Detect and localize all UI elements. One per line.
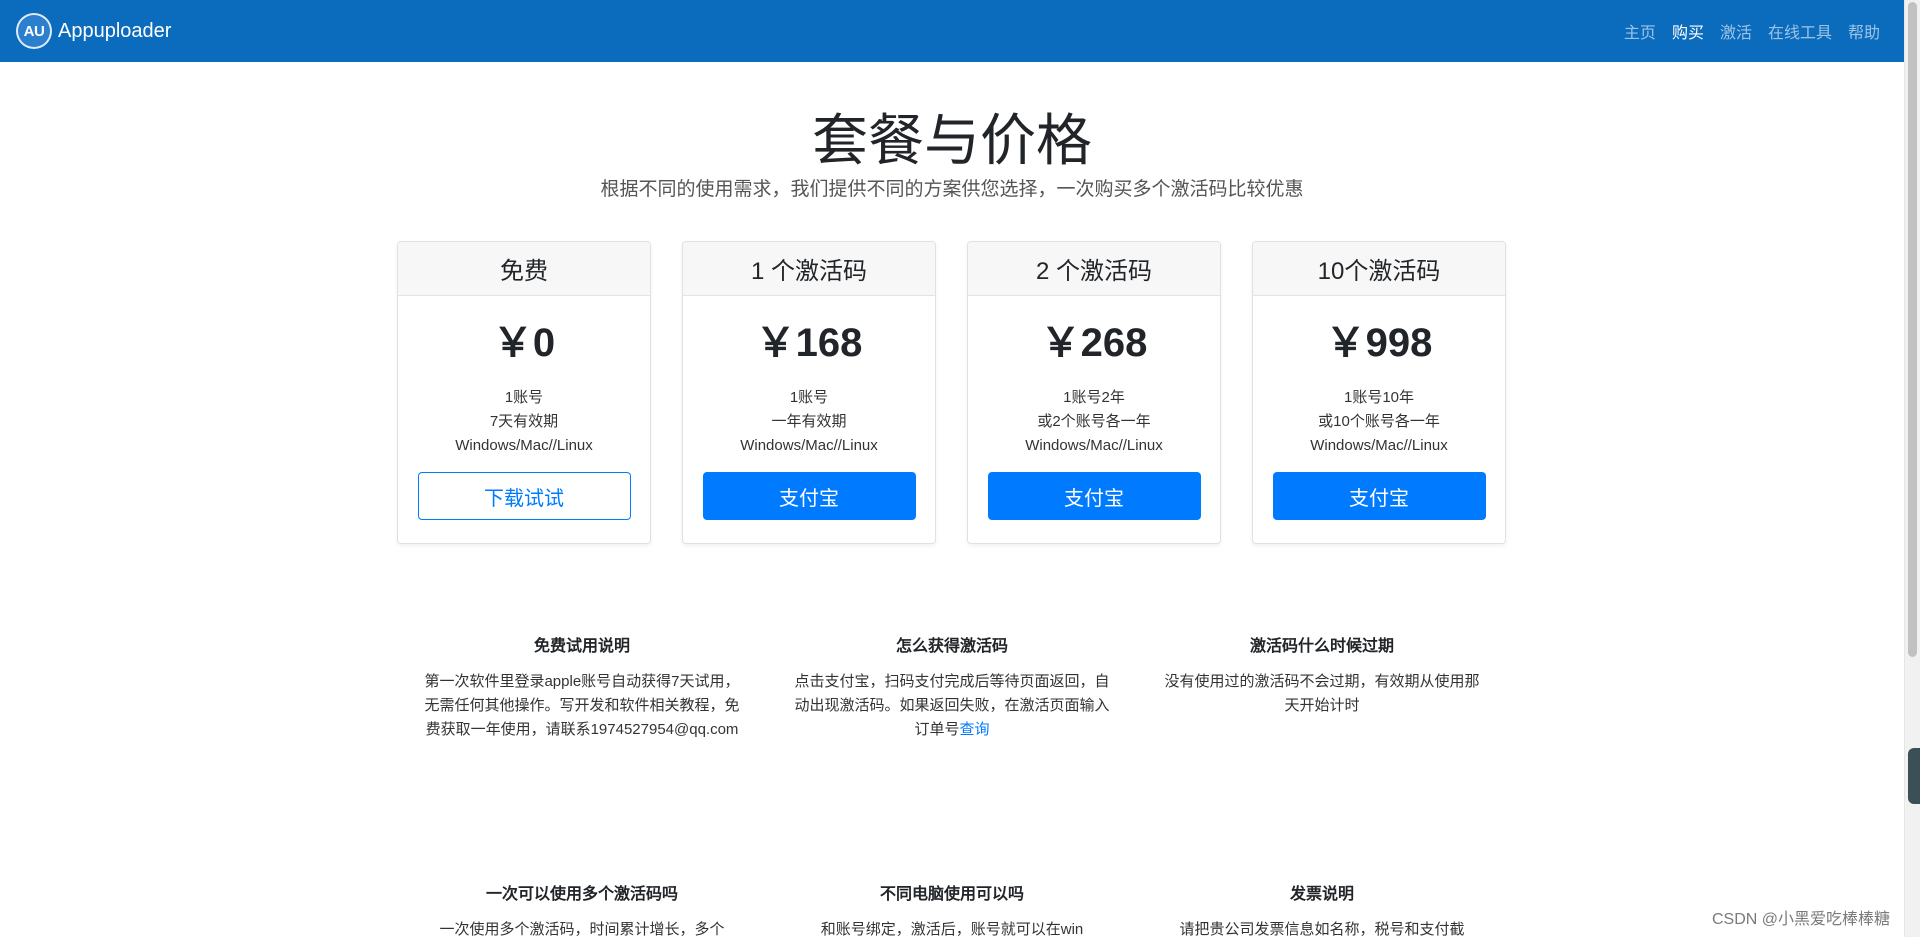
plan-feature: 1账号 <box>504 389 544 406</box>
faq-row: 一次可以使用多个激活码吗 一次使用多个激活码，时间累计增长，多个 不同电脑使用可… <box>397 880 1507 937</box>
brand-name: Appuploader <box>58 19 172 42</box>
plan-feature: 1账号2年 <box>1063 389 1125 406</box>
plan-name: 免费 <box>398 242 650 296</box>
faq-text: 点击支付宝，扫码支付完成后等待页面返回，自动出现激活码。如果返回失败，在激活页面… <box>792 670 1112 742</box>
plan-feature: 7天有效期 <box>489 413 559 430</box>
browser-viewport: AU Appuploader 主页 购买 激活 在线工具 帮助 套餐与价格 根据… <box>0 0 1920 937</box>
plan-card-2-codes: 2 个激活码 ￥268 1账号2年 或2个账号各一年 Windows/Mac//… <box>967 241 1221 544</box>
page-title: 套餐与价格 <box>812 109 1092 172</box>
plan-feature: 或2个账号各一年 <box>1037 413 1151 430</box>
query-link[interactable]: 查询 <box>960 721 990 738</box>
nav-link-activate[interactable]: 激活 <box>1720 19 1752 43</box>
plan-price: ￥268 <box>1040 321 1148 365</box>
plan-card-10-codes: 10个激活码 ￥998 1账号10年 或10个账号各一年 Windows/Mac… <box>1252 241 1506 544</box>
plan-price: ￥0 <box>492 321 556 365</box>
plan-price: ￥998 <box>1325 321 1433 365</box>
faq-text: 和账号绑定，激活后，账号就可以在win <box>820 921 1084 937</box>
plan-name: 2 个激活码 <box>968 242 1220 296</box>
faq-item-expiry: 激活码什么时候过期 没有使用过的激活码不会过期，有效期从使用那天开始计时 <box>1137 632 1507 742</box>
alipay-button-2[interactable]: 支付宝 <box>987 472 1201 520</box>
faq-text-body: 点击支付宝，扫码支付完成后等待页面返回，自动出现激活码。如果返回失败，在激活页面… <box>794 673 1110 738</box>
alipay-button-10[interactable]: 支付宝 <box>1272 472 1486 520</box>
faq-item-get-code: 怎么获得激活码 点击支付宝，扫码支付完成后等待页面返回，自动出现激活码。如果返回… <box>767 632 1137 742</box>
plan-name: 1 个激活码 <box>683 242 935 296</box>
faq-title: 一次可以使用多个激活码吗 <box>485 886 678 903</box>
plan-features: 1账号 一年有效期 Windows/Mac//Linux <box>683 386 935 458</box>
faq-title: 怎么获得激活码 <box>895 638 1008 655</box>
faq-text: 请把贵公司发票信息如名称，税号和支付截 <box>1179 921 1465 937</box>
faq-item-invoice: 发票说明 请把贵公司发票信息如名称，税号和支付截 <box>1137 880 1507 937</box>
brand[interactable]: AU Appuploader <box>16 13 171 49</box>
plan-feature: Windows/Mac//Linux <box>1025 437 1163 454</box>
plan-feature: Windows/Mac//Linux <box>455 437 593 454</box>
watermark: CSDN @小黑爱吃棒棒糖 <box>1709 905 1892 929</box>
faq-title: 不同电脑使用可以吗 <box>879 886 1024 903</box>
plan-price: ￥168 <box>755 321 863 365</box>
plan-features: 1账号10年 或10个账号各一年 Windows/Mac//Linux <box>1253 386 1505 458</box>
scrollbar-thumb[interactable] <box>1908 2 1917 657</box>
nav-link-buy[interactable]: 购买 <box>1672 19 1704 43</box>
alipay-button-1[interactable]: 支付宝 <box>702 472 916 520</box>
faq-item-free-trial: 免费试用说明 第一次软件里登录apple账号自动获得7天试用，无需任何其他操作。… <box>397 632 767 742</box>
plan-card-1-code: 1 个激活码 ￥168 1账号 一年有效期 Windows/Mac//Linux… <box>682 241 936 544</box>
plan-features: 1账号2年 或2个账号各一年 Windows/Mac//Linux <box>968 386 1220 458</box>
nav-link-help[interactable]: 帮助 <box>1848 19 1880 43</box>
plan-feature: Windows/Mac//Linux <box>1310 437 1448 454</box>
faq-text: 没有使用过的激活码不会过期，有效期从使用那天开始计时 <box>1164 673 1480 714</box>
plan-features: 1账号 7天有效期 Windows/Mac//Linux <box>398 386 650 458</box>
faq-title: 激活码什么时候过期 <box>1249 638 1394 655</box>
plan-feature: 1账号 <box>789 389 829 406</box>
brand-logo-icon: AU <box>16 13 52 49</box>
side-widget-handle[interactable] <box>1908 748 1920 804</box>
faq-title: 发票说明 <box>1289 886 1354 903</box>
faq-row: 免费试用说明 第一次软件里登录apple账号自动获得7天试用，无需任何其他操作。… <box>397 632 1507 742</box>
nav-link-online-tools[interactable]: 在线工具 <box>1768 19 1832 43</box>
page-lead: 根据不同的使用需求，我们提供不同的方案供您选择，一次购买多个激活码比较优惠 <box>600 179 1304 200</box>
faq-text: 一次使用多个激活码，时间累计增长，多个 <box>439 921 725 937</box>
plan-feature: Windows/Mac//Linux <box>740 437 878 454</box>
faq-text: 第一次软件里登录apple账号自动获得7天试用，无需任何其他操作。写开发和软件相… <box>424 673 740 738</box>
plan-feature: 1账号10年 <box>1343 389 1415 406</box>
plan-feature: 一年有效期 <box>771 413 847 430</box>
faq-item-different-computers: 不同电脑使用可以吗 和账号绑定，激活后，账号就可以在win <box>767 880 1137 937</box>
nav-links: 主页 购买 激活 在线工具 帮助 <box>1624 19 1880 43</box>
nav-link-home[interactable]: 主页 <box>1624 19 1656 43</box>
plan-name: 10个激活码 <box>1253 242 1505 296</box>
download-trial-button[interactable]: 下载试试 <box>417 472 631 520</box>
faq-item-multiple-codes: 一次可以使用多个激活码吗 一次使用多个激活码，时间累计增长，多个 <box>397 880 767 937</box>
plan-card-free: 免费 ￥0 1账号 7天有效期 Windows/Mac//Linux 下载试试 <box>397 241 651 544</box>
faq-title: 免费试用说明 <box>533 638 630 655</box>
pricing-cards: 免费 ￥0 1账号 7天有效期 Windows/Mac//Linux 下载试试 … <box>397 241 1506 544</box>
plan-feature: 或10个账号各一年 <box>1318 413 1440 430</box>
navbar: AU Appuploader 主页 购买 激活 在线工具 帮助 <box>0 0 1904 62</box>
